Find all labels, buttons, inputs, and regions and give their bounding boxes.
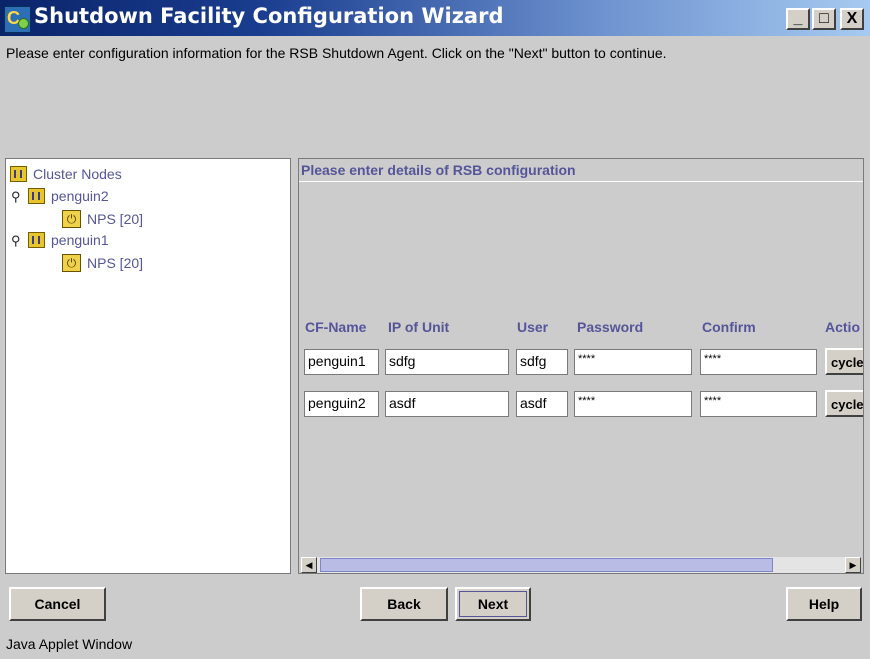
cluster-tree[interactable]: Cluster Nodes ⚲ penguin2 ⏻ NPS [20] ⚲ pe… [5,158,291,574]
tree-handle-icon[interactable]: ⚲ [11,189,21,205]
password-field[interactable]: **** [574,391,692,417]
tree-node-penguin2[interactable]: penguin2 [28,188,109,204]
panel-header: Please enter details of RSB configuratio… [301,162,576,178]
user-field[interactable]: asdf [516,391,568,417]
column-header-password: Password [577,319,644,335]
server-folder-icon [10,166,27,182]
column-header-action: Actio [825,319,860,335]
cf-name-field[interactable]: penguin2 [304,391,379,417]
server-folder-icon [28,188,45,204]
instruction-area: Please enter configuration information f… [0,36,870,154]
tree-handle-icon[interactable]: ⚲ [11,233,21,249]
next-button[interactable]: Next [455,587,531,621]
tree-node-label: penguin1 [51,232,109,248]
minimize-button[interactable]: _ [786,8,810,30]
horizontal-scrollbar[interactable]: ◀ ▶ [301,557,861,573]
tree-root[interactable]: Cluster Nodes [10,166,122,182]
confirm-field[interactable]: **** [700,349,817,375]
cycle-button[interactable]: cycle [825,348,863,375]
scroll-right-icon[interactable]: ▶ [845,557,861,573]
scroll-thumb[interactable] [320,558,773,572]
tree-leaf-label: NPS [20] [87,255,144,271]
cf-name-field[interactable]: penguin1 [304,349,379,375]
instruction-text: Please enter configuration information f… [6,45,667,61]
ip-field[interactable]: asdf [385,391,509,417]
power-switch-icon: ⏻ [62,210,81,228]
user-field[interactable]: sdfg [516,349,568,375]
cycle-button[interactable]: cycle [825,390,863,417]
column-header-user: User [517,319,549,335]
maximize-button[interactable]: □ [812,8,836,30]
power-switch-icon: ⏻ [62,254,81,272]
tree-leaf-label: NPS [20] [87,211,144,227]
close-button[interactable]: X [840,8,864,30]
help-button[interactable]: Help [786,587,862,621]
column-header-cf-name: CF-Name [305,319,367,335]
rsb-config-panel: Please enter details of RSB configuratio… [298,158,864,574]
tree-node-label: penguin2 [51,188,109,204]
tree-node-penguin1[interactable]: penguin1 [28,232,109,248]
confirm-field[interactable]: **** [700,391,817,417]
column-header-confirm: Confirm [702,319,756,335]
back-button[interactable]: Back [360,587,448,621]
header-divider [299,181,863,182]
column-header-ip: IP of Unit [388,319,450,335]
app-icon: C [4,6,31,33]
window-title: Shutdown Facility Configuration Wizard [34,4,504,28]
status-bar-text: Java Applet Window [6,636,133,652]
tree-leaf-nps[interactable]: ⏻ NPS [20] [62,210,143,228]
ip-field[interactable]: sdfg [385,349,509,375]
password-field[interactable]: **** [574,349,692,375]
tree-leaf-nps[interactable]: ⏻ NPS [20] [62,254,143,272]
cancel-button[interactable]: Cancel [9,587,106,621]
server-folder-icon [28,232,45,248]
scroll-left-icon[interactable]: ◀ [301,557,317,573]
title-bar[interactable]: C Shutdown Facility Configuration Wizard… [0,0,870,36]
tree-root-label: Cluster Nodes [33,166,122,182]
